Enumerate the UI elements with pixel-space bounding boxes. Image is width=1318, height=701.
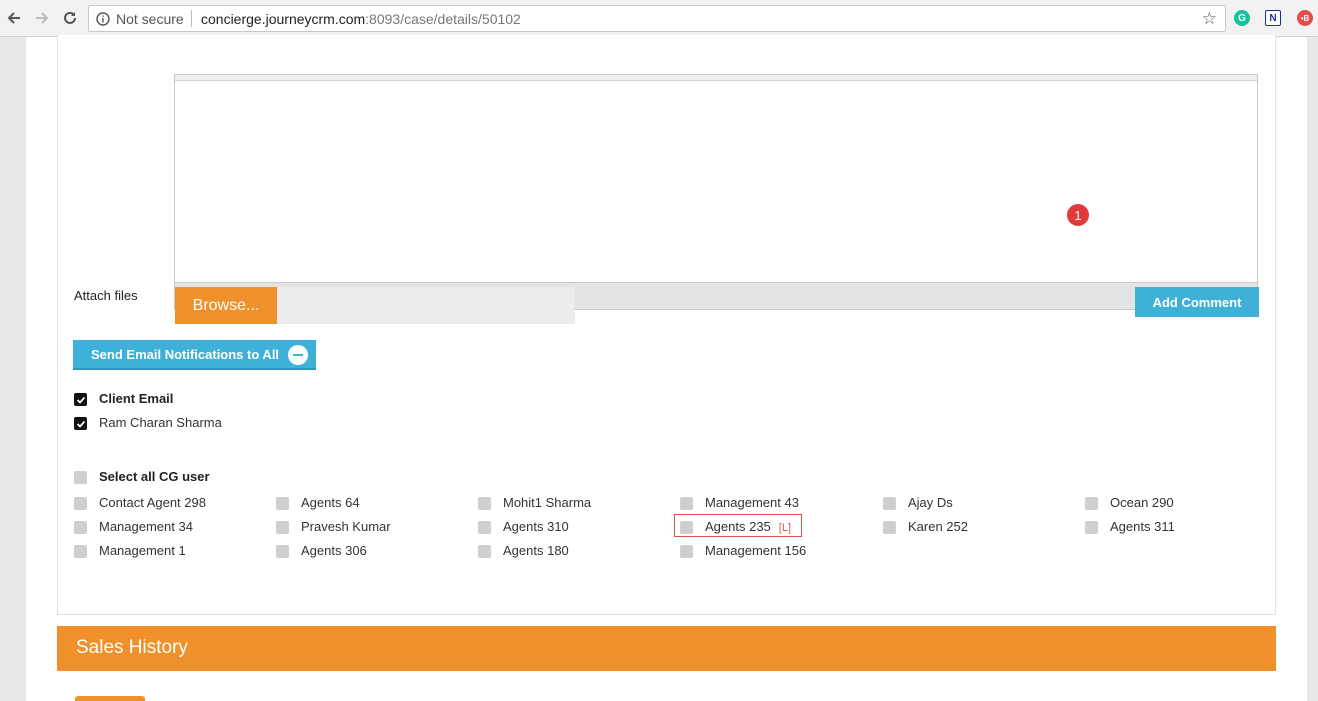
grammarly-extension-icon[interactable]: G	[1234, 10, 1250, 26]
cg-user-checkbox-management-156[interactable]	[680, 545, 693, 558]
cg-user-checkbox-mohit1-sharma[interactable]	[478, 497, 491, 510]
sales-history-title: Sales History	[76, 637, 188, 658]
sales-history-tab[interactable]	[75, 696, 145, 701]
cg-user-label: Agents 310	[503, 519, 569, 534]
cg-user-checkbox-ajay-ds[interactable]	[883, 497, 896, 510]
cg-user-checkbox-agents-310[interactable]	[478, 521, 491, 534]
info-icon[interactable]	[96, 12, 110, 31]
cg-user-label: Contact Agent 298	[99, 495, 206, 510]
cg-user-checkbox-management-43[interactable]	[680, 497, 693, 510]
browse-button[interactable]: Browse...	[175, 287, 277, 324]
select-all-cg-label: Select all CG user	[99, 469, 210, 484]
file-name-field[interactable]	[277, 287, 575, 324]
highlighted-user-box	[674, 514, 802, 537]
cg-user-checkbox-agents-180[interactable]	[478, 545, 491, 558]
forward-icon[interactable]	[32, 8, 52, 28]
client-email-checkbox[interactable]	[74, 393, 87, 406]
sales-history-header[interactable]: Sales History	[57, 626, 1276, 671]
send-email-notifications-label: Send Email Notifications to All	[91, 346, 280, 362]
security-label: Not secure	[116, 11, 184, 27]
editor-toolbar	[175, 75, 1257, 81]
cg-user-label: Management 34	[99, 519, 193, 534]
cg-user-label: Agents 64	[301, 495, 360, 510]
cg-user-label: Management 43	[705, 495, 799, 510]
client-email-label: Client Email	[99, 391, 174, 406]
cg-user-label: Ajay Ds	[908, 495, 953, 510]
cg-user-checkbox-management-34[interactable]	[74, 521, 87, 534]
ram-charan-sharma-label: Ram Charan Sharma	[99, 415, 222, 430]
send-email-notifications-button[interactable]: Send Email Notifications to All	[73, 340, 316, 370]
cg-user-checkbox-contact-agent-298[interactable]	[74, 497, 87, 510]
bookmark-star-icon[interactable]: ☆	[1202, 9, 1217, 29]
divider	[191, 10, 192, 27]
cg-user-label: Management 156	[705, 543, 807, 558]
cg-user-checkbox-ocean-290[interactable]	[1085, 497, 1098, 510]
attach-files-label: Attach files	[74, 288, 138, 303]
cg-user-label: Ocean 290	[1110, 495, 1174, 510]
cg-user-label: Pravesh Kumar	[301, 519, 391, 534]
address-bar[interactable]: Not secure concierge.journeycrm.com:8093…	[88, 5, 1226, 32]
cg-user-checkbox-agents-311[interactable]	[1085, 521, 1098, 534]
minus-circle-icon	[288, 345, 308, 365]
cg-user-checkbox-karen-252[interactable]	[883, 521, 896, 534]
cg-user-checkbox-management-1[interactable]	[74, 545, 87, 558]
cg-user-label: Agents 311	[1110, 519, 1175, 534]
notification-badge: 1	[1067, 204, 1089, 226]
cg-user-label: Agents 180	[503, 543, 569, 558]
toolbar-extension-icon[interactable]: •B	[1297, 10, 1313, 26]
cg-user-checkbox-pravesh-kumar[interactable]	[276, 521, 289, 534]
cg-user-checkbox-agents-64[interactable]	[276, 497, 289, 510]
cg-user-label: Agents 306	[301, 543, 367, 558]
select-all-cg-checkbox[interactable]	[74, 471, 87, 484]
n-extension-icon[interactable]: N	[1265, 10, 1281, 26]
page-content: 1 Attach files Browse... Add Comment Sen…	[26, 35, 1307, 701]
ram-charan-sharma-checkbox[interactable]	[74, 417, 87, 430]
reload-icon[interactable]	[60, 8, 80, 28]
browser-toolbar: Not secure concierge.journeycrm.com:8093…	[0, 0, 1318, 37]
cg-user-label: Management 1	[99, 543, 186, 558]
back-icon[interactable]	[4, 8, 24, 28]
cg-user-label: Mohit1 Sharma	[503, 495, 592, 510]
url-text: concierge.journeycrm.com:8093/case/detai…	[201, 11, 521, 27]
comment-editor[interactable]	[174, 74, 1258, 310]
add-comment-button[interactable]: Add Comment	[1135, 287, 1259, 317]
cg-user-label: Karen 252	[908, 519, 968, 534]
cg-user-checkbox-agents-306[interactable]	[276, 545, 289, 558]
